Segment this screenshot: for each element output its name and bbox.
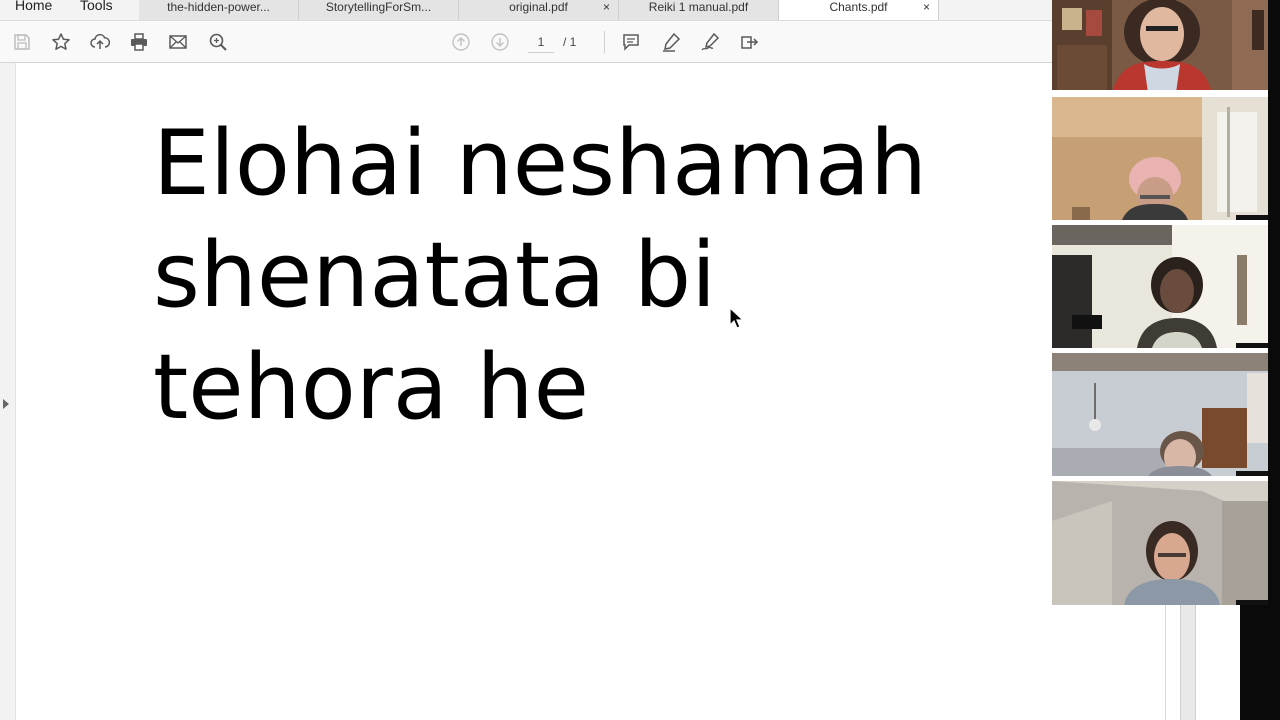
divider bbox=[1165, 605, 1166, 720]
toolbar: 1 / 1 bbox=[0, 21, 1052, 63]
chant-line: tehora he bbox=[153, 335, 589, 440]
chant-line: shenatata bi bbox=[153, 223, 717, 328]
tab-label: Chants.pdf bbox=[829, 0, 888, 14]
participant-video-tile[interactable] bbox=[1052, 353, 1268, 476]
video-gallery bbox=[1052, 0, 1268, 605]
participant-video-frame bbox=[1052, 353, 1268, 476]
star-icon[interactable] bbox=[50, 31, 72, 53]
participant-video-tile[interactable] bbox=[1052, 97, 1268, 220]
participant-video-frame bbox=[1052, 0, 1268, 93]
highlight-icon[interactable] bbox=[660, 31, 682, 53]
participant-video-tile[interactable] bbox=[1052, 225, 1268, 348]
scrollbar[interactable] bbox=[1180, 605, 1196, 720]
page-total: / 1 bbox=[563, 35, 577, 49]
tab-reiki-manual[interactable]: Reiki 1 manual.pdf bbox=[619, 0, 779, 20]
chant-line: Elohai neshamah bbox=[153, 111, 928, 216]
close-icon[interactable]: × bbox=[603, 0, 610, 14]
scroll-area bbox=[1052, 605, 1240, 720]
participant-video-tile[interactable] bbox=[1052, 481, 1268, 605]
page-up-icon[interactable] bbox=[450, 31, 472, 53]
page-number-input[interactable]: 1 bbox=[528, 32, 554, 53]
tab-label: Reiki 1 manual.pdf bbox=[648, 0, 749, 14]
tab-bar: Home Tools the-hidden-power... Storytell… bbox=[0, 0, 1052, 21]
document-viewer[interactable]: Elohai neshamah shenatata bi tehora he bbox=[0, 63, 1052, 720]
chant-text: Elohai neshamah shenatata bi tehora he bbox=[153, 108, 927, 444]
tab-label: StorytellingForSm... bbox=[325, 0, 432, 14]
tab-hidden-power[interactable]: the-hidden-power... bbox=[139, 0, 299, 20]
mouse-cursor-icon bbox=[729, 307, 743, 329]
tab-label: the-hidden-power... bbox=[167, 0, 270, 14]
save-icon[interactable] bbox=[11, 31, 33, 53]
participant-video-frame bbox=[1052, 481, 1268, 605]
page-down-icon[interactable] bbox=[489, 31, 511, 53]
tab-chants[interactable]: Chants.pdf × bbox=[779, 0, 939, 20]
mail-icon[interactable] bbox=[167, 31, 189, 53]
tab-original[interactable]: original.pdf × bbox=[459, 0, 619, 20]
comment-icon[interactable] bbox=[620, 31, 642, 53]
sign-icon[interactable] bbox=[699, 31, 721, 53]
tab-label: original.pdf bbox=[509, 0, 568, 14]
participant-video-frame bbox=[1052, 97, 1268, 220]
participant-video-tile[interactable] bbox=[1052, 0, 1268, 93]
expand-panel-icon[interactable] bbox=[3, 399, 9, 409]
close-icon[interactable]: × bbox=[923, 0, 930, 14]
tools-nav[interactable]: Tools bbox=[80, 0, 113, 13]
print-icon[interactable] bbox=[128, 31, 150, 53]
tab-storytelling[interactable]: StorytellingForSm... bbox=[299, 0, 459, 20]
left-panel-rail[interactable] bbox=[0, 63, 16, 720]
home-nav[interactable]: Home bbox=[15, 0, 52, 13]
toolbar-divider bbox=[604, 31, 605, 53]
share-icon[interactable] bbox=[738, 31, 760, 53]
participant-video-frame bbox=[1052, 225, 1268, 348]
zoom-icon[interactable] bbox=[207, 31, 229, 53]
upload-icon[interactable] bbox=[89, 31, 111, 53]
